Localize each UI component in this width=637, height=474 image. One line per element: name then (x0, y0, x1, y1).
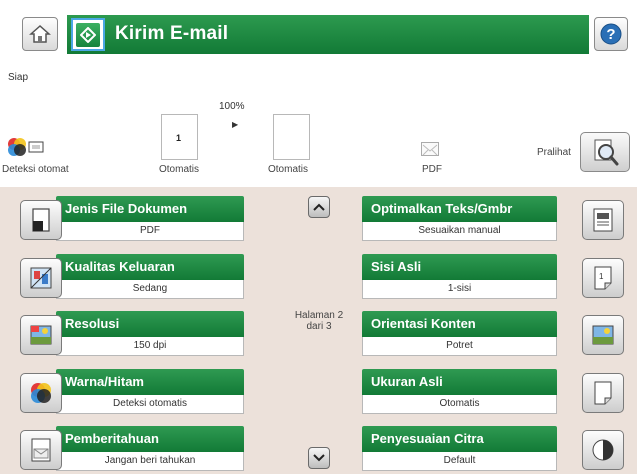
option-value: Sedang (56, 280, 244, 299)
option-pemberitahuan[interactable]: Pemberitahuan Jangan beri tahukan (20, 426, 252, 474)
page-thumbnail-2[interactable] (273, 114, 310, 160)
option-value: Default (362, 452, 557, 471)
option-label: Jenis File Dokumen (56, 196, 244, 222)
option-penyesuaian-citra[interactable]: Penyesuaian Citra Default (362, 426, 624, 474)
option-label: Pemberitahuan (56, 426, 244, 452)
page-indicator-line1: Halaman 2 (294, 310, 344, 321)
pralihat-label: Pralihat (537, 147, 571, 158)
option-sisi-asli[interactable]: 1 Sisi Asli 1-sisi (362, 254, 624, 302)
color-mode-caption: Deteksi otomat (2, 164, 69, 175)
scroll-up-button[interactable] (308, 196, 330, 218)
option-resolusi[interactable]: Resolusi 150 dpi (20, 311, 252, 359)
option-label: Optimalkan Teks/Gmbr (362, 196, 557, 222)
option-label: Orientasi Konten (362, 311, 557, 337)
option-value: 150 dpi (56, 337, 244, 356)
option-orientasi-konten[interactable]: Orientasi Konten Potret (362, 311, 624, 359)
help-button[interactable]: ? (594, 17, 628, 51)
svg-text:1: 1 (599, 272, 604, 281)
svg-text:?: ? (606, 26, 615, 43)
chevron-up-icon (313, 203, 325, 211)
option-label: Ukuran Asli (362, 369, 557, 395)
image-adjust-icon (582, 430, 624, 470)
pdf-file-icon (421, 142, 439, 156)
pralihat-button[interactable] (580, 132, 630, 172)
option-value: Potret (362, 337, 557, 356)
notification-icon (20, 430, 62, 470)
magnifier-icon (594, 139, 619, 166)
start-icon (76, 22, 100, 47)
option-label: Kualitas Keluaran (56, 254, 244, 280)
resolution-icon (20, 315, 62, 355)
option-value: Sesuaikan manual (362, 222, 557, 241)
help-icon: ? (600, 23, 622, 45)
page-title: Kirim E-mail (115, 23, 229, 44)
option-value: Deteksi otomatis (56, 395, 244, 414)
start-button[interactable] (71, 18, 105, 51)
tray1-caption: Otomatis (159, 164, 200, 175)
page-thumbnail-1[interactable]: 1 (161, 114, 198, 160)
optimize-icon (582, 200, 624, 240)
home-icon (29, 24, 51, 43)
option-value: PDF (56, 222, 244, 241)
option-label: Resolusi (56, 311, 244, 337)
document-icon (20, 200, 62, 240)
page-arrow-icon: ▶ (232, 120, 239, 129)
option-ukuran-asli[interactable]: Ukuran Asli Otomatis (362, 369, 624, 417)
header-bar: Kirim E-mail ? (0, 0, 637, 70)
tray2-caption: Otomatis (268, 164, 309, 175)
color-icon (20, 373, 62, 413)
option-jenis-file-dokumen[interactable]: Jenis File Dokumen PDF (20, 196, 252, 244)
quality-icon (20, 258, 62, 298)
home-button[interactable] (22, 17, 58, 51)
color-mode-icon[interactable] (4, 134, 48, 160)
status-text: Siap (8, 72, 29, 83)
page-indicator: Halaman 2 dari 3 (291, 310, 347, 332)
option-optimalkan-teks-gmbr[interactable]: Optimalkan Teks/Gmbr Sesuaikan manual (362, 196, 624, 244)
option-warna-hitam[interactable]: Warna/Hitam Deteksi otomatis (20, 369, 252, 417)
sides-icon: 1 (582, 258, 624, 298)
option-value: Jangan beri tahukan (56, 452, 244, 471)
chevron-down-icon (313, 454, 325, 462)
option-label: Penyesuaian Citra (362, 426, 557, 452)
option-value: Otomatis (362, 395, 557, 414)
orientation-icon (582, 315, 624, 355)
original-size-icon (582, 373, 624, 413)
option-value: 1-sisi (362, 280, 557, 299)
file-type-caption: PDF (422, 164, 442, 175)
title-bar: Kirim E-mail (67, 15, 589, 54)
page-number: 1 (176, 133, 182, 143)
page-indicator-line2: dari 3 (306, 321, 332, 332)
option-label: Warna/Hitam (56, 369, 244, 395)
zoom-level: 100% (219, 101, 245, 112)
option-label: Sisi Asli (362, 254, 557, 280)
option-kualitas-keluaran[interactable]: Kualitas Keluaran Sedang (20, 254, 252, 302)
scroll-down-button[interactable] (308, 447, 330, 469)
